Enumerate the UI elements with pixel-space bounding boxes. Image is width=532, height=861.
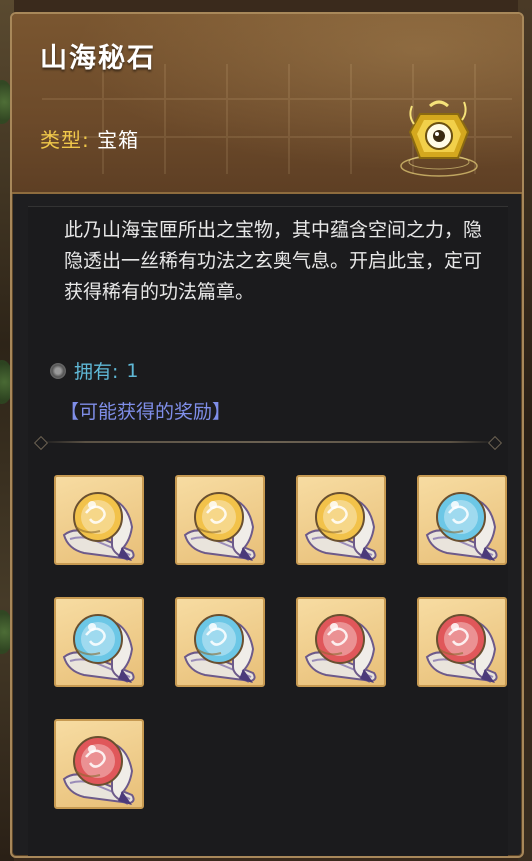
item-description: 此乃山海宝匣所出之宝物，其中蕴含空间之力，隐隐透出一丝稀有功法之玄奥气息。开启此… <box>64 219 483 303</box>
item-header: 山海秘石 类型: 宝箱 <box>12 14 522 194</box>
golden-chest-orb-icon <box>394 92 484 182</box>
item-tooltip-panel: 山海秘石 类型: 宝箱 此乃山海宝匣所出之宝物，其中蕴含空间之力，隐隐透出一丝稀… <box>10 12 524 858</box>
reward-grid <box>54 475 507 809</box>
item-detail-body: 此乃山海宝匣所出之宝物，其中蕴含空间之力，隐隐透出一丝稀有功法之玄奥气息。开启此… <box>28 206 508 856</box>
reward-item-tile[interactable] <box>417 597 507 687</box>
section-divider <box>28 435 508 451</box>
item-title: 山海秘石 <box>40 43 156 74</box>
item-type-label: 类型: <box>40 128 90 152</box>
blue-scroll-orb-icon <box>183 614 256 683</box>
owned-count-row: 拥有: 1 <box>50 357 139 384</box>
owned-label: 拥有: <box>74 361 119 383</box>
reward-item-tile[interactable] <box>54 475 144 565</box>
item-type-value: 宝箱 <box>97 128 140 152</box>
red-scroll-orb-icon <box>62 736 135 805</box>
golden-scroll-orb-icon <box>304 492 377 561</box>
reward-item-tile[interactable] <box>296 597 386 687</box>
coin-icon <box>50 362 66 379</box>
blue-scroll-orb-icon <box>62 614 135 683</box>
reward-item-tile[interactable] <box>54 597 144 687</box>
reward-item-tile[interactable] <box>175 475 265 565</box>
red-scroll-orb-icon <box>425 614 498 683</box>
golden-scroll-orb-icon <box>183 492 256 561</box>
reward-item-tile[interactable] <box>417 475 507 565</box>
blue-scroll-orb-icon <box>425 492 498 561</box>
reward-item-tile[interactable] <box>54 719 144 809</box>
owned-value: 1 <box>126 359 139 382</box>
reward-item-tile[interactable] <box>175 597 265 687</box>
rewards-title: 【可能获得的奖励】 <box>60 401 232 423</box>
reward-item-tile[interactable] <box>296 475 386 565</box>
golden-scroll-orb-icon <box>62 492 135 561</box>
red-scroll-orb-icon <box>304 614 377 683</box>
item-type-row: 类型: 宝箱 <box>40 124 139 153</box>
